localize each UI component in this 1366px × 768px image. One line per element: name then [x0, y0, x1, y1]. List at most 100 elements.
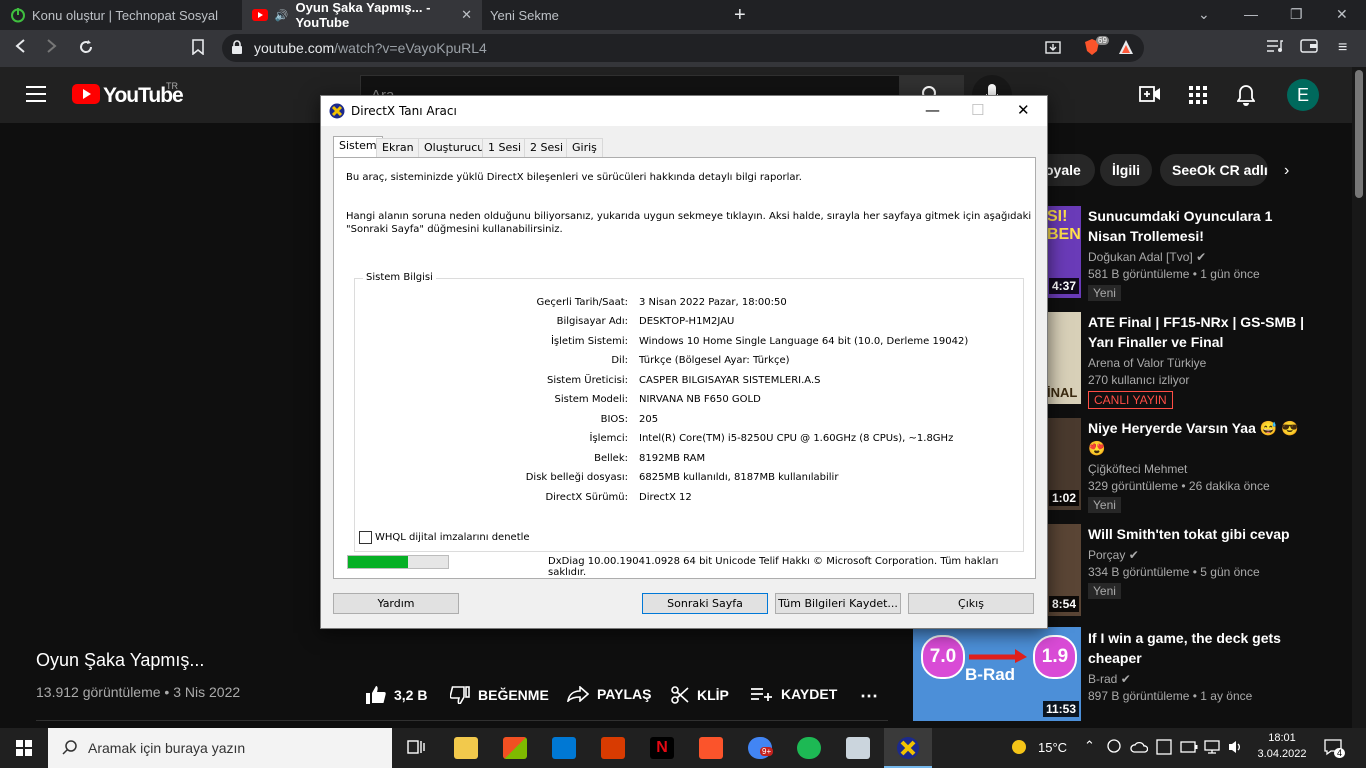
- scrollbar-thumb[interactable]: [1355, 70, 1363, 198]
- apps-grid-icon[interactable]: [1189, 86, 1207, 109]
- share-button[interactable]: PAYLAŞ: [567, 686, 651, 702]
- related-video-2[interactable]: ATE Final | FF15-NRx | GS-SMB | Yarı Fin…: [1088, 312, 1308, 409]
- wallet-icon[interactable]: [1300, 39, 1318, 58]
- address-bar[interactable]: youtube.com/watch?v=eVayoKpuRL4 69: [222, 34, 1144, 62]
- info-value: DirectX 12: [639, 492, 692, 503]
- avatar[interactable]: E: [1287, 79, 1319, 111]
- thumbnail-1[interactable]: SI! BEN 4:37: [1045, 206, 1081, 298]
- speaker-icon[interactable]: 🔊: [274, 7, 290, 23]
- notifications-bell-icon[interactable]: [1236, 84, 1256, 111]
- new-tab-button[interactable]: +: [734, 4, 746, 27]
- browser-toolbar: youtube.com/watch?v=eVayoKpuRL4 69 ≡: [0, 30, 1366, 67]
- battery-icon[interactable]: [1180, 740, 1198, 758]
- task-view-icon[interactable]: [405, 737, 429, 759]
- game-app-icon[interactable]: [846, 737, 870, 759]
- netflix-icon[interactable]: N: [650, 737, 674, 759]
- like-button[interactable]: 3,2 B: [366, 686, 427, 704]
- brave-rewards-icon[interactable]: [1118, 39, 1134, 60]
- restore-icon[interactable]: ❐: [1290, 6, 1303, 23]
- windows-start-icon[interactable]: [16, 740, 32, 761]
- youtube-logo-icon[interactable]: [72, 84, 100, 104]
- thumbnail-2[interactable]: İNAL: [1045, 312, 1081, 404]
- create-video-icon[interactable]: [1139, 85, 1161, 108]
- dislike-button[interactable]: BEĞENME: [450, 686, 549, 704]
- whql-checkbox[interactable]: [359, 531, 372, 544]
- clock-time[interactable]: 18:01: [1256, 732, 1308, 744]
- related-video-3[interactable]: Niye Heryerde Varsın Yaa 😅 😎 😍 Çiğköftec…: [1088, 418, 1308, 514]
- more-actions-icon[interactable]: ⋯: [860, 686, 878, 707]
- info-value: 8192MB RAM: [639, 453, 706, 464]
- page-scrollbar[interactable]: [1352, 67, 1366, 728]
- chevron-right-icon[interactable]: ›: [1284, 162, 1289, 180]
- chrome-icon[interactable]: 9+: [748, 737, 774, 759]
- tab-1-sesi[interactable]: 1 Sesi: [482, 138, 528, 157]
- save-all-info-button[interactable]: Tüm Bilgileri Kaydet...: [775, 593, 901, 614]
- related-video-1[interactable]: Sunucumdaki Oyunculara 1 Nisan Trollemes…: [1088, 206, 1308, 302]
- forward-icon[interactable]: [46, 39, 58, 58]
- tab-list-chevron-icon[interactable]: ⌄: [1198, 6, 1210, 23]
- file-explorer-icon[interactable]: [454, 737, 478, 759]
- verified-check-icon: ✔: [1120, 672, 1131, 686]
- tab-ekran[interactable]: Ekran: [376, 138, 420, 157]
- exit-button[interactable]: Çıkış: [908, 593, 1034, 614]
- weather-icon[interactable]: [1010, 738, 1028, 761]
- tab-youtube[interactable]: 🔊 Oyun Şaka Yapmış... - YouTube ✕: [242, 0, 482, 30]
- weather-temp[interactable]: 15°C: [1038, 740, 1067, 755]
- brave-browser-icon[interactable]: [699, 737, 723, 759]
- chip-royale[interactable]: oyale: [1045, 154, 1095, 186]
- related-video-5[interactable]: If I win a game, the deck gets cheaper B…: [1088, 628, 1308, 703]
- tab-2-sesi[interactable]: 2 Sesi: [524, 138, 570, 157]
- clip-button[interactable]: KLİP: [671, 686, 729, 704]
- security-icon[interactable]: [1156, 739, 1172, 760]
- extension-badge: 9+: [760, 747, 774, 756]
- bookmark-icon[interactable]: [192, 39, 204, 60]
- volume-icon[interactable]: [1228, 739, 1244, 760]
- whql-checkbox-row[interactable]: WHQL dijital imzalarını denetle: [359, 531, 530, 544]
- network-icon[interactable]: [1204, 739, 1220, 760]
- chip-ilgili[interactable]: İlgili: [1100, 154, 1152, 186]
- dialog-minimize-icon[interactable]: —: [925, 101, 940, 119]
- close-window-icon[interactable]: ✕: [1336, 6, 1348, 23]
- tray-cloud-icon[interactable]: [1106, 739, 1122, 758]
- mail-icon[interactable]: [552, 737, 576, 759]
- related-title: Sunucumdaki Oyunculara 1 Nisan Trollemes…: [1088, 208, 1273, 244]
- chip-seeok[interactable]: SeeOk CR adlı: [1160, 154, 1268, 186]
- hamburger-menu-icon[interactable]: [26, 86, 46, 107]
- show-hidden-icons-icon[interactable]: ⌃: [1084, 738, 1095, 754]
- thumbnail-4[interactable]: 8:54: [1045, 524, 1081, 616]
- related-title: Niye Heryerde Varsın Yaa 😅 😎 😍: [1088, 420, 1299, 456]
- back-icon[interactable]: [14, 39, 26, 58]
- taskbar-search-input[interactable]: Aramak için buraya yazın: [48, 728, 392, 768]
- progress-bar: [347, 555, 449, 569]
- microsoft-store-icon[interactable]: [503, 737, 527, 759]
- spotify-icon[interactable]: [797, 737, 821, 759]
- share-label: PAYLAŞ: [597, 686, 652, 702]
- add-to-playlist-icon: [751, 688, 772, 701]
- close-tab-icon[interactable]: ✕: [461, 7, 472, 23]
- menu-icon[interactable]: ≡: [1338, 39, 1347, 57]
- related-video-4[interactable]: Will Smith'ten tokat gibi cevap Porçay ✔…: [1088, 524, 1308, 600]
- playlist-icon[interactable]: [1266, 39, 1284, 58]
- help-button[interactable]: Yardım: [333, 593, 459, 614]
- tab-olusturucu[interactable]: Oluşturucu: [418, 138, 491, 157]
- office-icon[interactable]: [601, 737, 625, 759]
- next-page-button[interactable]: Sonraki Sayfa: [642, 593, 768, 614]
- notification-count: 4: [1334, 748, 1345, 758]
- taskbar-directx-button[interactable]: [884, 728, 932, 768]
- thumbnail-5[interactable]: 7.0 1.9 B-Rad 11:53: [913, 627, 1081, 721]
- dialog-titlebar[interactable]: DirectX Tanı Aracı — ☐ ✕: [321, 96, 1047, 126]
- info-value: 6825MB kullanıldı, 8187MB kullanılabilir: [639, 472, 839, 483]
- dialog-close-icon[interactable]: ✕: [1017, 101, 1030, 119]
- clock-date[interactable]: 3.04.2022: [1252, 748, 1312, 760]
- thumbnail-3[interactable]: 1:02: [1045, 418, 1081, 510]
- save-button[interactable]: KAYDET: [751, 686, 837, 702]
- tab-technopat[interactable]: Konu oluştur | Technopat Sosyal: [0, 0, 240, 30]
- minimize-icon[interactable]: —: [1244, 6, 1258, 22]
- tab-giris[interactable]: Giriş: [566, 138, 603, 157]
- reload-icon[interactable]: [78, 39, 94, 60]
- tab-new-tab[interactable]: Yeni Sekme: [480, 0, 720, 30]
- onedrive-icon[interactable]: [1130, 740, 1149, 758]
- info-label: İşletim Sistemi:: [550, 336, 628, 347]
- related-meta: 329 görüntüleme • 26 dakika önce: [1088, 479, 1270, 493]
- install-app-icon[interactable]: [1045, 39, 1061, 60]
